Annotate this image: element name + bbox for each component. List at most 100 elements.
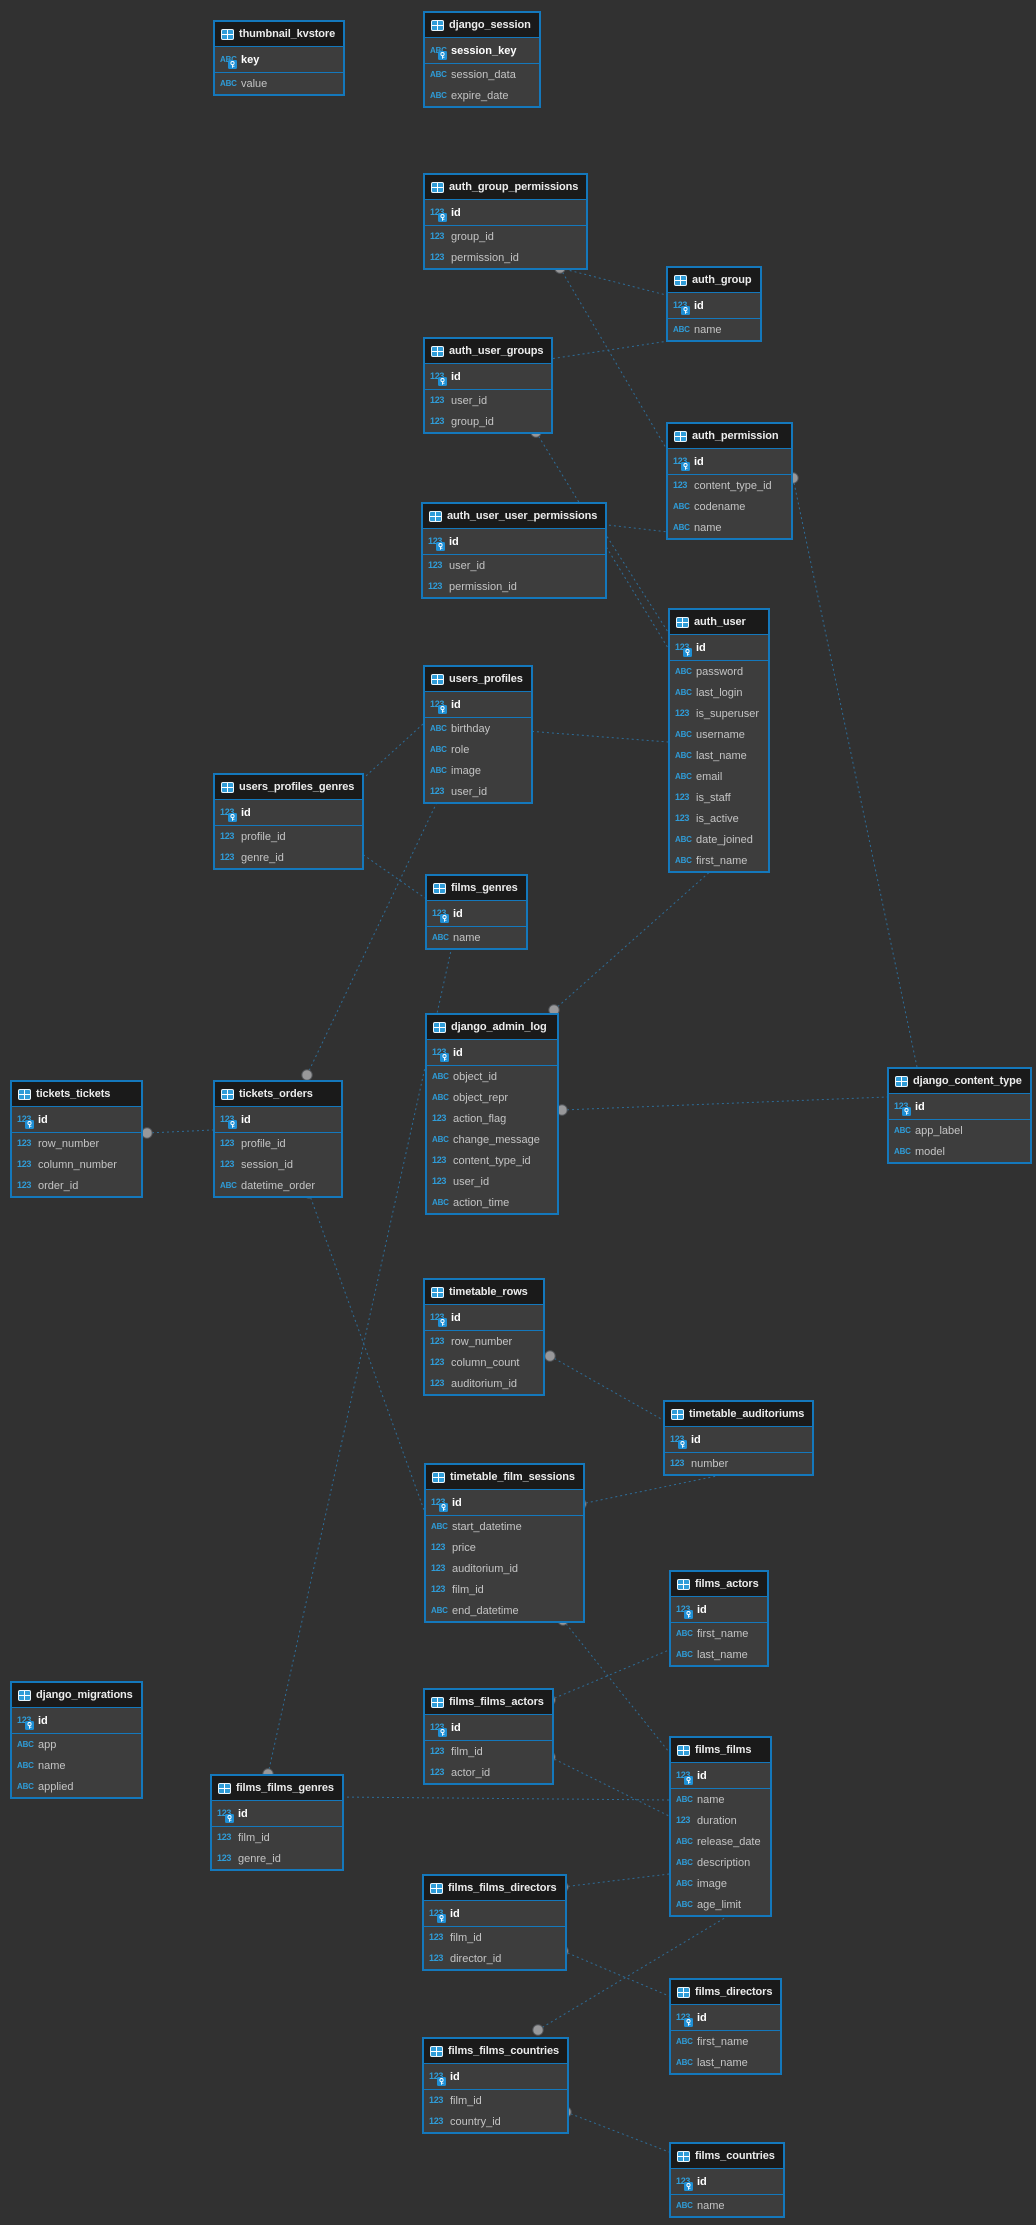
column-row[interactable]: ABCrole (425, 739, 531, 760)
table-films_films[interactable]: films_films123idABCname123durationABCrel… (669, 1736, 772, 1917)
column-row[interactable]: 123is_superuser (670, 703, 768, 724)
column-row[interactable]: 123id (215, 1107, 341, 1133)
column-row[interactable]: ABCdate_joined (670, 829, 768, 850)
table-django_admin_log[interactable]: django_admin_log123idABCobject_idABCobje… (425, 1013, 559, 1215)
table-tickets_tickets[interactable]: tickets_tickets123id123row_number123colu… (10, 1080, 143, 1198)
column-row[interactable]: 123price (426, 1537, 583, 1558)
column-row[interactable]: 123order_id (12, 1175, 141, 1196)
relation-line[interactable] (599, 524, 668, 632)
column-row[interactable]: ABCname (668, 517, 791, 538)
table-django_migrations[interactable]: django_migrations123idABCappABCnameABCap… (10, 1681, 143, 1799)
column-row[interactable]: ABCapplied (12, 1776, 141, 1797)
column-row[interactable]: ABCaction_time (427, 1192, 557, 1213)
column-row[interactable]: 123auditorium_id (425, 1373, 543, 1394)
column-row[interactable]: 123id (424, 2064, 567, 2090)
column-row[interactable]: ABCname (12, 1755, 141, 1776)
column-row[interactable]: 123id (427, 901, 526, 927)
column-row[interactable]: 123id (671, 2169, 783, 2195)
column-row[interactable]: 123id (12, 1107, 141, 1133)
relation-line[interactable] (566, 2112, 669, 2152)
relation-line[interactable] (550, 1757, 669, 1816)
column-row[interactable]: ABCfirst_name (670, 850, 768, 871)
column-row[interactable]: ABCapp (12, 1734, 141, 1755)
column-row[interactable]: ABCemail (670, 766, 768, 787)
column-row[interactable]: 123permission_id (425, 247, 586, 268)
relation-line[interactable] (562, 1097, 887, 1110)
table-auth_user_groups[interactable]: auth_user_groups123id123user_id123group_… (423, 337, 553, 434)
column-row[interactable]: 123user_id (425, 781, 531, 802)
relation-line[interactable] (309, 1193, 424, 1510)
table-timetable_rows[interactable]: timetable_rows123id123row_number123colum… (423, 1278, 545, 1396)
column-row[interactable]: ABCobject_repr (427, 1087, 557, 1108)
table-thumbnail_kvstore[interactable]: thumbnail_kvstoreABCkeyABCvalue (213, 20, 345, 96)
relation-line[interactable] (355, 724, 423, 786)
column-row[interactable]: 123country_id (424, 2111, 567, 2132)
column-row[interactable]: ABCname (668, 319, 760, 340)
column-row[interactable]: 123action_flag (427, 1108, 557, 1129)
relation-line[interactable] (581, 1472, 736, 1504)
column-row[interactable]: 123genre_id (215, 847, 362, 868)
column-row[interactable]: 123profile_id (215, 1133, 341, 1154)
table-timetable_film_sessions[interactable]: timetable_film_sessions123idABCstart_dat… (424, 1463, 585, 1623)
column-row[interactable]: ABCapp_label (889, 1120, 1030, 1141)
column-row[interactable]: 123id (212, 1801, 342, 1827)
column-row[interactable]: 123genre_id (212, 1848, 342, 1869)
column-row[interactable]: 123user_id (425, 390, 551, 411)
column-row[interactable]: 123row_number (425, 1331, 543, 1352)
relation-line[interactable] (550, 1356, 663, 1420)
column-row[interactable]: 123id (427, 1040, 557, 1066)
relation-line[interactable] (563, 1951, 669, 1996)
column-row[interactable]: 123actor_id (425, 1762, 552, 1783)
column-row[interactable]: ABCexpire_date (425, 85, 539, 106)
column-row[interactable]: 123id (671, 1597, 767, 1623)
column-row[interactable]: 123auditorium_id (426, 1558, 583, 1579)
column-row[interactable]: ABCrelease_date (671, 1831, 770, 1852)
relation-line[interactable] (563, 1620, 669, 1752)
column-row[interactable]: ABCchange_message (427, 1129, 557, 1150)
column-row[interactable]: 123content_type_id (427, 1150, 557, 1171)
column-row[interactable]: 123id (425, 364, 551, 390)
column-row[interactable]: 123column_count (425, 1352, 543, 1373)
column-row[interactable]: 123permission_id (423, 576, 605, 597)
column-row[interactable]: 123id (665, 1427, 812, 1453)
table-tickets_orders[interactable]: tickets_orders123id123profile_id123sessi… (213, 1080, 343, 1198)
column-row[interactable]: 123id (670, 635, 768, 661)
column-row[interactable]: ABCsession_data (425, 64, 539, 85)
column-row[interactable]: ABCpassword (670, 661, 768, 682)
table-auth_user[interactable]: auth_user123idABCpasswordABClast_login12… (668, 608, 770, 873)
column-row[interactable]: ABCfirst_name (671, 1623, 767, 1644)
column-row[interactable]: 123session_id (215, 1154, 341, 1175)
column-row[interactable]: 123id (889, 1094, 1030, 1120)
column-row[interactable]: 123id (425, 1715, 552, 1741)
relation-line[interactable] (793, 478, 917, 1067)
column-row[interactable]: 123id (423, 529, 605, 555)
column-row[interactable]: ABCend_datetime (426, 1600, 583, 1621)
table-auth_group[interactable]: auth_group123idABCname (666, 266, 762, 342)
relation-line[interactable] (554, 869, 713, 1010)
column-row[interactable]: ABCstart_datetime (426, 1516, 583, 1537)
column-row[interactable]: 123id (426, 1490, 583, 1516)
relation-line[interactable] (560, 268, 666, 295)
relation-line[interactable] (337, 1797, 669, 1800)
column-row[interactable]: ABCdatetime_order (215, 1175, 341, 1196)
column-row[interactable]: ABCdescription (671, 1852, 770, 1873)
table-django_content_type[interactable]: django_content_type123idABCapp_labelABCm… (887, 1067, 1032, 1164)
column-row[interactable]: 123duration (671, 1810, 770, 1831)
relation-line[interactable] (147, 1130, 213, 1133)
column-row[interactable]: ABCsession_key (425, 38, 539, 64)
column-row[interactable]: 123id (668, 293, 760, 319)
column-row[interactable]: 123id (671, 2005, 780, 2031)
table-films_films_countries[interactable]: films_films_countries123id123film_id123c… (422, 2037, 569, 2134)
table-films_actors[interactable]: films_actors123idABCfirst_nameABClast_na… (669, 1570, 769, 1667)
column-row[interactable]: 123number (665, 1453, 812, 1474)
table-auth_group_permissions[interactable]: auth_group_permissions123id123group_id12… (423, 173, 588, 270)
column-row[interactable]: 123film_id (426, 1579, 583, 1600)
column-row[interactable]: 123column_number (12, 1154, 141, 1175)
table-films_genres[interactable]: films_genres123idABCname (425, 874, 528, 950)
column-row[interactable]: ABCname (671, 2195, 783, 2216)
column-row[interactable]: 123content_type_id (668, 475, 791, 496)
column-row[interactable]: ABClast_name (671, 2052, 780, 2073)
column-row[interactable]: 123director_id (424, 1948, 565, 1969)
table-films_films_actors[interactable]: films_films_actors123id123film_id123acto… (423, 1688, 554, 1785)
table-auth_permission[interactable]: auth_permission123id123content_type_idAB… (666, 422, 793, 540)
